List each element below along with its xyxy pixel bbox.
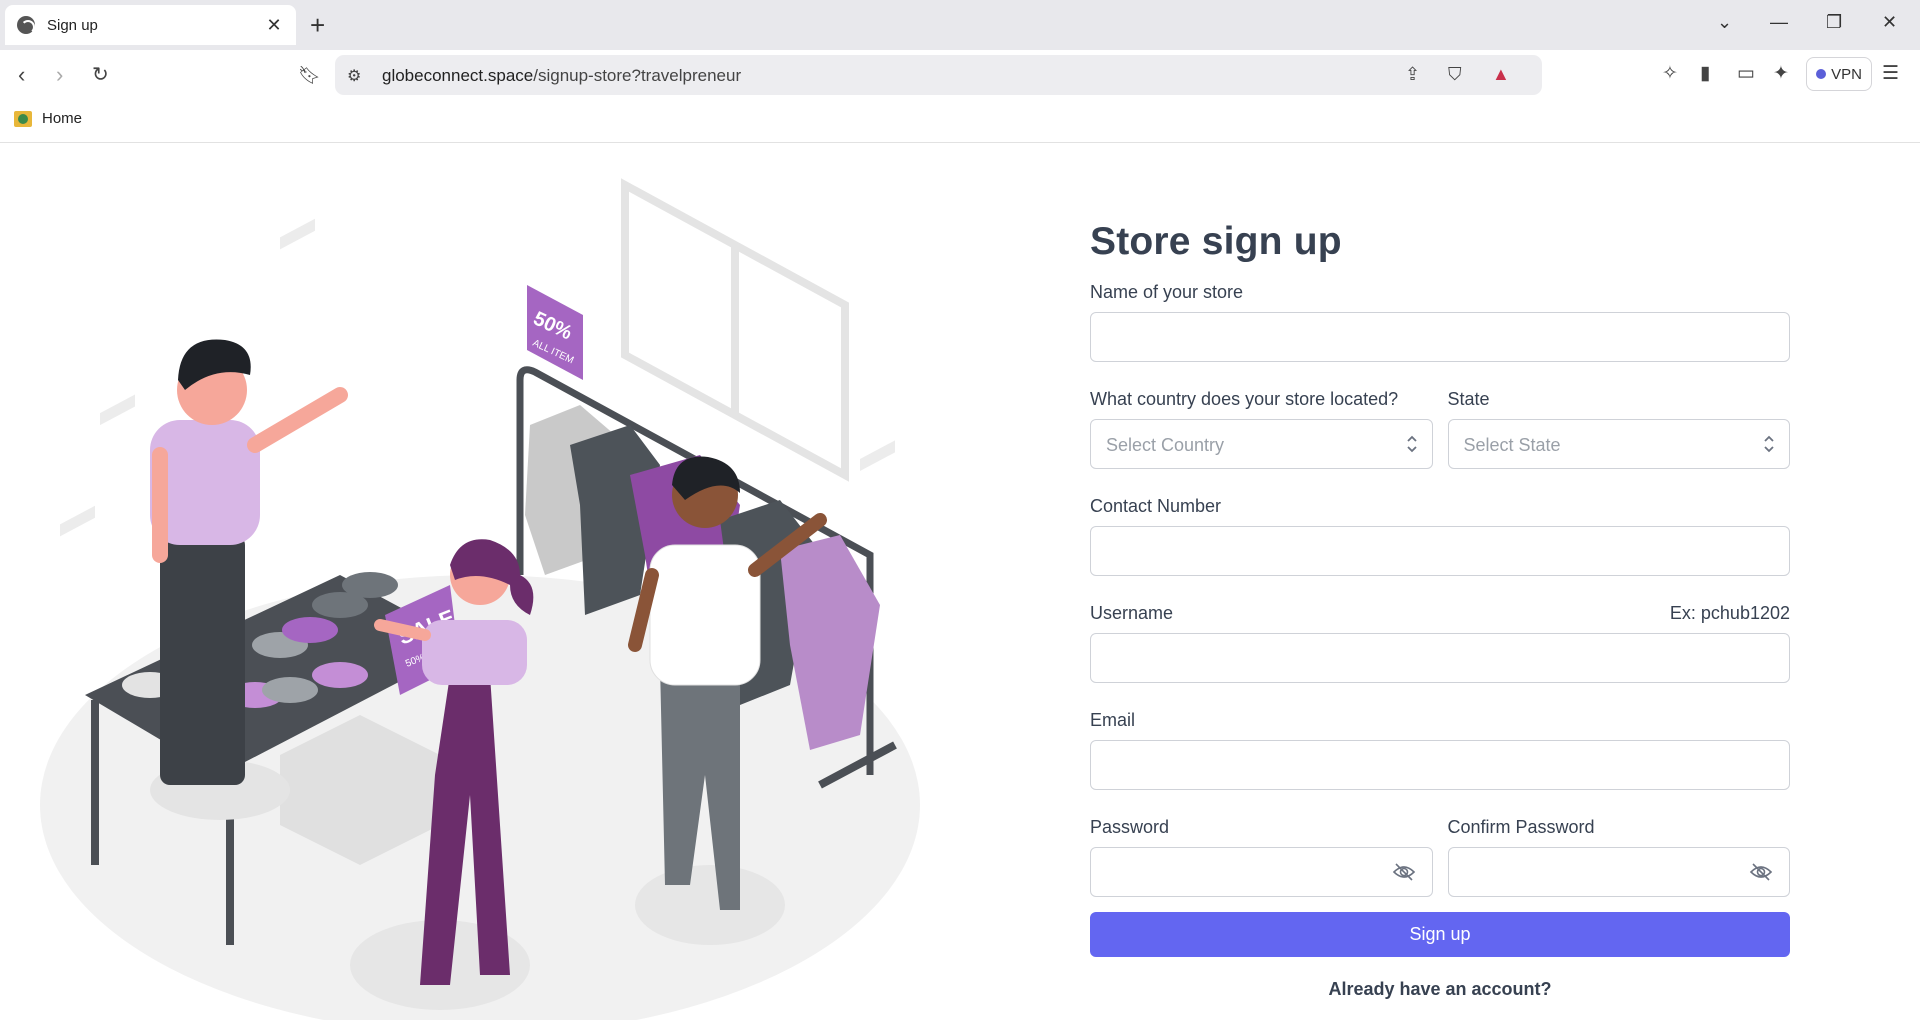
username-hint: Ex: pchub1202: [1669, 603, 1790, 623]
browser-tab-strip: Sign up ✕ + ⌄ — ❐ ✕: [0, 0, 1920, 50]
bookmark-home[interactable]: Home: [14, 110, 82, 127]
close-window-button[interactable]: ✕: [1882, 12, 1897, 33]
sidebar-icon[interactable]: ▮: [1700, 62, 1710, 85]
state-select[interactable]: Select State: [1447, 419, 1790, 469]
brave-shield-icon[interactable]: ⛉: [1448, 64, 1462, 85]
vpn-label: VPN: [1831, 65, 1862, 83]
extensions-icon[interactable]: ✧: [1662, 62, 1678, 85]
tab-search-chevron-icon[interactable]: ⌄: [1717, 12, 1732, 33]
url-text: globeconnect.space/signup-store?travelpr…: [382, 66, 741, 86]
state-label: State: [1447, 389, 1490, 409]
vpn-status-icon: [1816, 69, 1827, 79]
address-bar[interactable]: ⚙ globeconnect.space/signup-store?travel…: [335, 55, 1542, 95]
username-label-row: Username Ex: pchub1202: [1090, 603, 1790, 633]
globe-icon: [17, 16, 35, 34]
discount-sign: 50% ALL ITEM: [527, 285, 583, 380]
site-info-icon[interactable]: ⚙: [347, 66, 361, 86]
tab-close-icon[interactable]: ✕: [264, 15, 284, 36]
country-label: What country does your store located?: [1090, 389, 1399, 409]
page-title: Store sign up: [1090, 220, 1342, 263]
country-select[interactable]: Select Country: [1090, 419, 1433, 469]
share-icon[interactable]: ⇪: [1405, 64, 1420, 85]
email-label: Email: [1090, 710, 1136, 730]
reload-button[interactable]: ↻: [92, 62, 109, 88]
login-link[interactable]: Already have an account?: [1090, 979, 1790, 1000]
password-row: Password Confirm Password: [1090, 817, 1790, 924]
chevron-up-down-icon: [1764, 435, 1774, 453]
back-button[interactable]: ‹: [18, 62, 25, 88]
shop-window: [621, 178, 849, 482]
chevron-up-down-icon: [1406, 435, 1417, 453]
country-placeholder: Select Country: [1106, 435, 1225, 455]
contact-label: Contact Number: [1090, 496, 1222, 516]
bookmark-icon[interactable]: 🔖︎: [298, 62, 321, 88]
eye-off-icon[interactable]: [1749, 861, 1773, 883]
username-input[interactable]: [1090, 633, 1790, 683]
contact-number-input[interactable]: [1090, 526, 1790, 576]
menu-icon[interactable]: ☰: [1882, 62, 1899, 85]
store-name-label: Name of your store: [1090, 282, 1244, 302]
wallet-icon[interactable]: ▭: [1737, 62, 1755, 85]
eye-off-icon[interactable]: [1392, 861, 1416, 883]
store-signup-form: Store sign up Name of your store What co…: [1090, 220, 1790, 1000]
password-label: Password: [1090, 817, 1170, 837]
minimize-button[interactable]: —: [1770, 12, 1788, 33]
state-placeholder: Select State: [1463, 435, 1561, 455]
restore-button[interactable]: ❐: [1826, 12, 1842, 33]
store-illustration: 50% ALL ITEM SALE 50%: [40, 178, 920, 1020]
leo-ai-icon[interactable]: ✦: [1773, 62, 1789, 85]
home-bookmark-icon: [14, 110, 32, 127]
browser-tab[interactable]: Sign up ✕: [5, 5, 296, 45]
url-path: /signup-store?travelpreneur: [533, 66, 742, 85]
password-input[interactable]: [1090, 847, 1433, 897]
username-label: Username: [1090, 603, 1174, 623]
confirm-password-input[interactable]: [1447, 847, 1790, 897]
url-host: globeconnect.space: [382, 66, 534, 85]
confirm-password-label: Confirm Password: [1447, 817, 1595, 837]
store-name-input[interactable]: [1090, 312, 1790, 362]
new-tab-button[interactable]: +: [310, 10, 325, 40]
forward-button[interactable]: ›: [56, 62, 63, 88]
bookmark-home-label: Home: [42, 110, 83, 127]
vpn-button[interactable]: VPN: [1806, 57, 1872, 91]
tab-title: Sign up: [47, 16, 98, 34]
bookmarks-bar: Home: [0, 100, 1920, 143]
email-input[interactable]: [1090, 740, 1790, 790]
brave-rewards-icon[interactable]: ▲: [1492, 64, 1510, 85]
location-row: What country does your store located? Se…: [1090, 389, 1790, 496]
